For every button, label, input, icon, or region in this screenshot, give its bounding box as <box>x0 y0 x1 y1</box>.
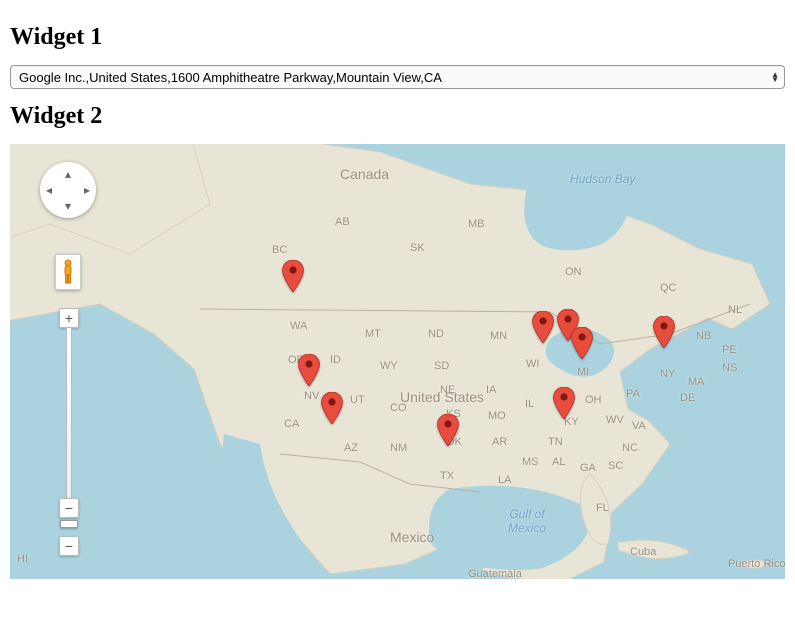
pegman-icon <box>61 259 75 285</box>
label-OH: OH <box>585 394 602 406</box>
label-AL: AL <box>552 456 565 468</box>
label-IL: IL <box>525 398 534 410</box>
label-guatemala: Guatemala <box>468 568 522 579</box>
map-marker-tn[interactable] <box>553 387 575 419</box>
label-ND: ND <box>428 328 444 340</box>
pan-right-icon[interactable]: ▸ <box>84 184 90 196</box>
label-MO: MO <box>488 410 506 422</box>
widget1-select-wrap: Google Inc.,United States,1600 Amphithea… <box>10 65 785 89</box>
map-marker-wi[interactable] <box>532 311 554 343</box>
label-MA: MA <box>688 376 705 388</box>
label-UT: UT <box>350 394 365 406</box>
label-BC: BC <box>272 244 287 256</box>
label-ID: ID <box>330 354 341 366</box>
label-MB: MB <box>468 218 485 230</box>
label-PE: PE <box>722 344 737 356</box>
map-marker-ca[interactable] <box>321 392 343 424</box>
label-gulf-of-mexico: Gulf of Mexico <box>508 507 546 535</box>
label-WY: WY <box>380 360 398 372</box>
map-marker-tx[interactable] <box>437 414 459 446</box>
label-WI: WI <box>526 358 539 370</box>
label-SC: SC <box>608 460 623 472</box>
widget1-select[interactable]: Google Inc.,United States,1600 Amphithea… <box>10 65 785 89</box>
label-VA: VA <box>632 420 646 432</box>
zoom-track[interactable] <box>66 328 72 498</box>
label-puerto-rico: Puerto Rico <box>728 558 785 570</box>
label-SD: SD <box>434 360 449 372</box>
zoom-in-button[interactable]: + <box>59 308 79 328</box>
map-marker-mi2[interactable] <box>571 327 593 359</box>
map-pan-control[interactable]: ▴ ▾ ◂ ▸ <box>40 162 96 218</box>
pan-up-icon[interactable]: ▴ <box>65 168 71 180</box>
label-IA: IA <box>486 384 496 396</box>
zoom-reset-button[interactable]: − <box>59 536 79 556</box>
label-NS: NS <box>722 362 737 374</box>
label-NC: NC <box>622 442 638 454</box>
widget1-title: Widget 1 <box>10 24 785 51</box>
label-canada: Canada <box>340 166 389 182</box>
pegman-button[interactable] <box>55 254 81 290</box>
label-NM: NM <box>390 442 407 454</box>
label-MI: MI <box>577 366 589 378</box>
label-mexico: Mexico <box>390 529 434 545</box>
label-NB: NB <box>696 330 711 342</box>
label-NY: NY <box>660 368 675 380</box>
zoom-handle[interactable] <box>60 520 78 528</box>
label-NE: NE <box>440 384 455 396</box>
label-FL: FL <box>596 502 609 514</box>
map-marker-ne[interactable] <box>653 316 675 348</box>
label-GA: GA <box>580 462 596 474</box>
label-AR: AR <box>492 436 507 448</box>
pan-left-icon[interactable]: ◂ <box>46 184 52 196</box>
label-TN: TN <box>548 436 563 448</box>
label-PA: PA <box>626 388 640 400</box>
widget2-title: Widget 2 <box>10 103 785 130</box>
label-AB: AB <box>335 216 350 228</box>
label-HI: HI <box>17 553 28 565</box>
label-WV: WV <box>606 414 624 426</box>
label-SK: SK <box>410 242 425 254</box>
label-CO: CO <box>390 402 407 414</box>
label-TX: TX <box>440 470 454 482</box>
label-NL: NL <box>728 304 742 316</box>
label-LA: LA <box>498 474 511 486</box>
label-AZ: AZ <box>344 442 358 454</box>
label-hudson-bay: Hudson Bay <box>570 172 635 186</box>
label-DE: DE <box>680 392 695 404</box>
label-NV: NV <box>304 390 319 402</box>
map-marker-nv[interactable] <box>298 354 320 386</box>
label-MN: MN <box>490 330 507 342</box>
label-QC: QC <box>660 282 677 294</box>
label-WA: WA <box>290 320 307 332</box>
pan-down-icon[interactable]: ▾ <box>65 200 71 212</box>
map-zoom-control: + − − <box>59 308 79 556</box>
label-MS: MS <box>522 456 539 468</box>
zoom-out-button[interactable]: − <box>59 498 79 518</box>
label-cuba: Cuba <box>630 546 656 558</box>
label-ON: ON <box>565 266 582 278</box>
map-marker-wa[interactable] <box>282 260 304 292</box>
label-CA: CA <box>284 418 299 430</box>
label-MT: MT <box>365 328 381 340</box>
map-canvas[interactable]: ▴ ▾ ◂ ▸ + − − Canada Hudson Bay United S… <box>10 144 785 579</box>
